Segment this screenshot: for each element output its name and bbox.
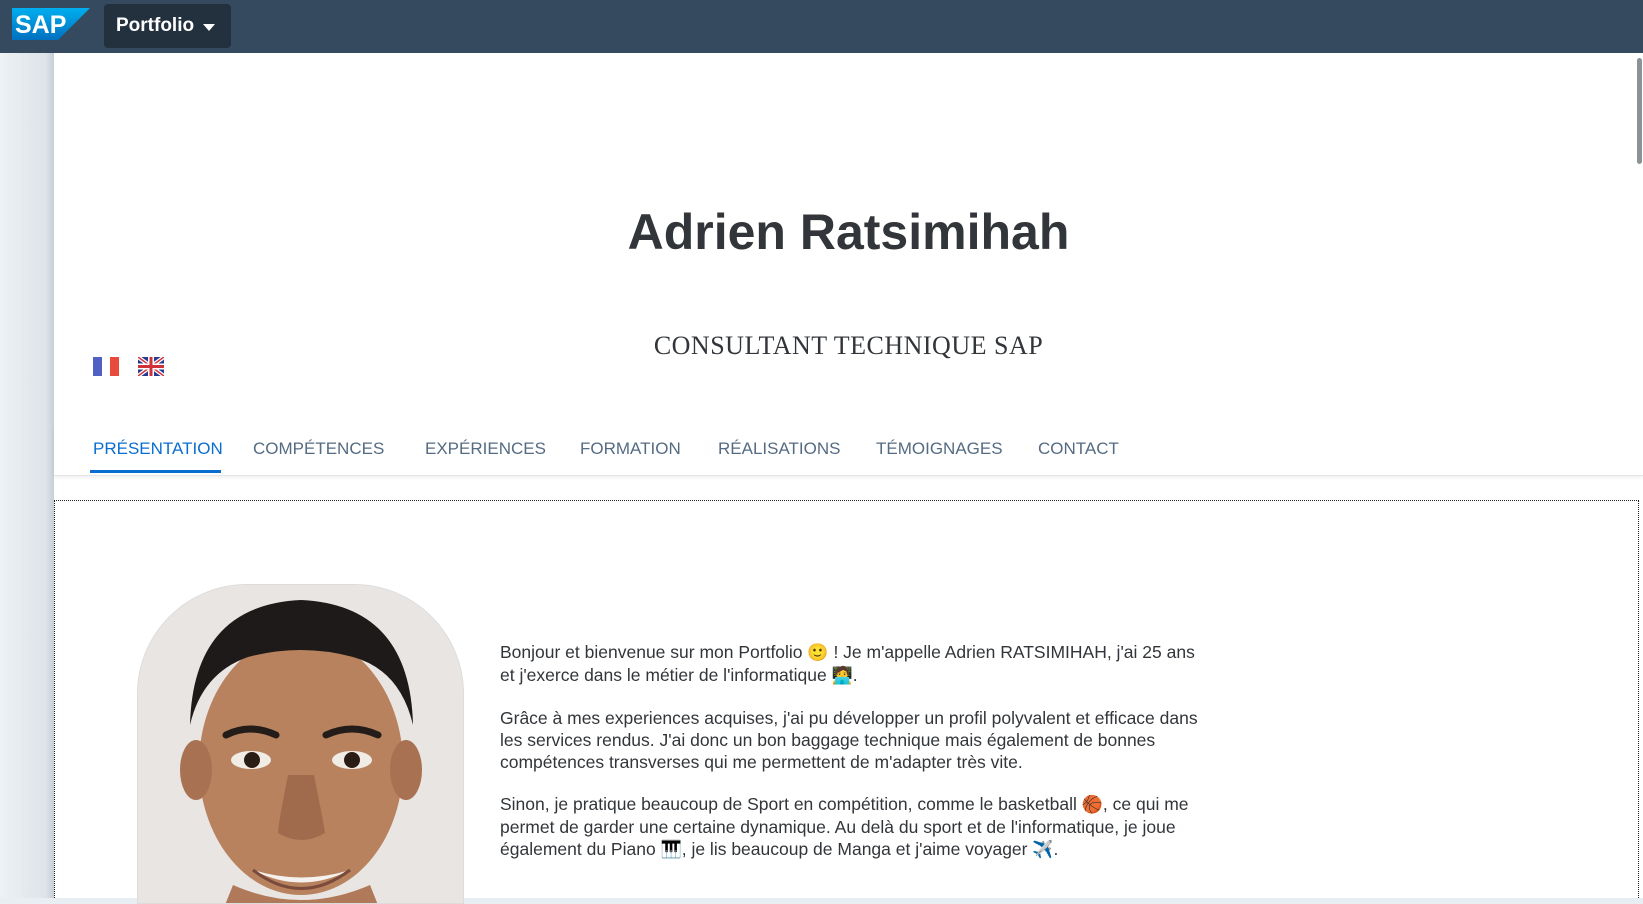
job-title: CONSULTANT TECHNIQUE SAP (653, 331, 1044, 360)
presentation-text: Bonjour et bienvenue sur mon Portfolio 🙂… (500, 641, 1200, 881)
app-title-menu-button[interactable]: Portfolio (104, 4, 231, 48)
vertical-scrollbar[interactable] (1637, 58, 1642, 164)
sap-logo[interactable]: SAP (12, 8, 90, 40)
sap-logo-text: SAP (15, 11, 66, 39)
tab-presentation[interactable]: PRÉSENTATION (93, 439, 223, 459)
section-tab-bar: PRÉSENTATION COMPÉTENCES EXPÉRIENCES FOR… (54, 425, 1643, 476)
tab-competences[interactable]: COMPÉTENCES (253, 439, 384, 459)
tab-realisations[interactable]: RÉALISATIONS (718, 439, 841, 459)
basketball-icon: 🏀 (1081, 795, 1103, 815)
intro-paragraph-1: Bonjour et bienvenue sur mon Portfolio 🙂… (500, 641, 1200, 687)
tab-contact[interactable]: CONTACT (1038, 439, 1119, 459)
tab-experiences[interactable]: EXPÉRIENCES (425, 439, 546, 459)
active-tab-indicator (90, 470, 221, 473)
caret-down-icon (203, 23, 216, 31)
flag-gb-icon[interactable] (138, 357, 164, 376)
technologist-icon: 🧑‍💻 (831, 666, 853, 686)
tab-temoignages[interactable]: TÉMOIGNAGES (876, 439, 1003, 459)
flag-fr-icon[interactable] (93, 357, 119, 376)
intro-paragraph-2: Grâce à mes experiences acquises, j'ai p… (500, 708, 1198, 772)
page-title: Adrien Ratsimihah (627, 204, 1070, 260)
shell-bar: SAP Portfolio (0, 0, 1643, 53)
intro-paragraph-3: Sinon, je pratique beaucoup de Sport en … (500, 793, 1200, 861)
intro-text-3c: , je lis beaucoup de Manga et j'aime voy… (681, 839, 1033, 859)
smiley-icon: 🙂 (807, 643, 829, 663)
profile-photo (137, 584, 464, 904)
tab-formation[interactable]: FORMATION (580, 439, 681, 459)
intro-text-1a: Bonjour et bienvenue sur mon Portfolio (500, 642, 808, 662)
piano-icon: 🎹 (660, 840, 682, 860)
left-gutter (0, 53, 54, 898)
app-title: Portfolio (116, 15, 195, 36)
intro-text-3d: . (1053, 839, 1059, 859)
intro-text-3a: Sinon, je pratique beaucoup de Sport en … (500, 794, 1082, 814)
airplane-icon: ✈️ (1032, 840, 1054, 860)
intro-text-1c: . (852, 665, 858, 685)
